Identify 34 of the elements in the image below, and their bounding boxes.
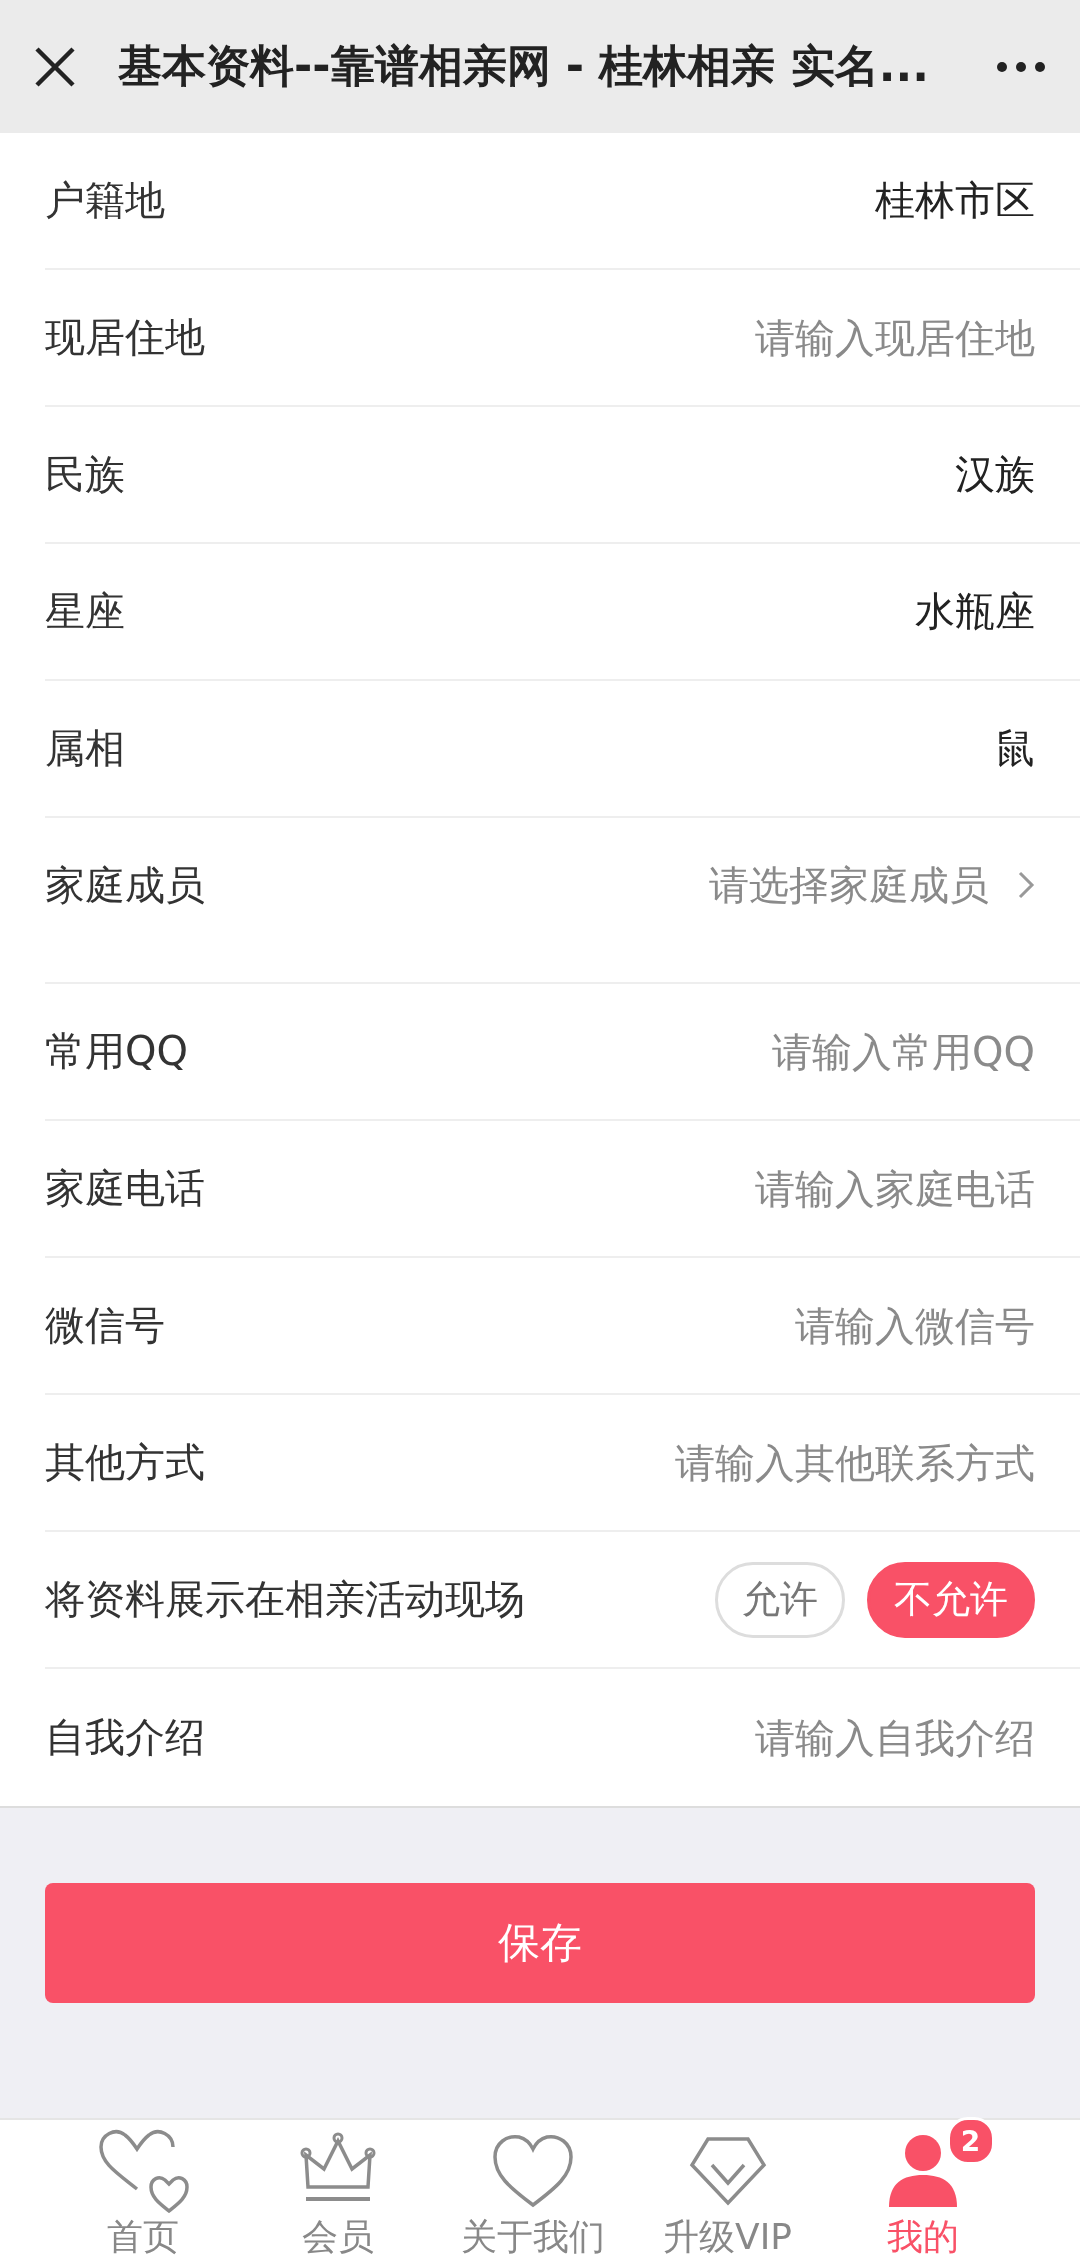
input-field[interactable]: 请输入常用QQ	[475, 1028, 1035, 1075]
input-field[interactable]: 请输入自我介绍	[475, 1714, 1035, 1761]
input-field[interactable]: 请输入微信号	[475, 1302, 1035, 1349]
field-label: 微信号	[45, 1301, 165, 1350]
field-label: 家庭成员	[45, 860, 205, 910]
tab[interactable]: 升级VIP	[630, 2120, 825, 2268]
field-label: 将资料展示在相亲活动现场	[45, 1575, 525, 1624]
field-value[interactable]: 汉族	[955, 447, 1035, 502]
field-label: 星座	[45, 587, 125, 636]
field-label: 常用QQ	[45, 1027, 188, 1076]
field-label: 家庭电话	[45, 1164, 205, 1213]
field-label: 属相	[45, 724, 125, 773]
field-label: 现居住地	[45, 313, 205, 362]
input-field[interactable]: 请输入现居住地	[475, 314, 1035, 361]
save-button[interactable]: 保存	[45, 1883, 1035, 2003]
tab[interactable]: 关于我们	[435, 2120, 630, 2268]
field-value[interactable]: 桂林市区	[875, 173, 1035, 228]
tab[interactable]: 2 我的	[825, 2120, 1020, 2268]
window-title: 基本资料--靠谱相亲网 - 桂林相亲 实名...	[118, 39, 930, 93]
tab[interactable]: 首页	[45, 2120, 240, 2268]
more-icon[interactable]	[996, 60, 1046, 73]
field-label: 民族	[45, 450, 125, 499]
field-label: 自我介绍	[45, 1713, 205, 1762]
select-field[interactable]: 请选择家庭成员	[709, 857, 989, 913]
input-field[interactable]: 请输入家庭电话	[475, 1165, 1035, 1212]
field-value[interactable]: 鼠	[995, 721, 1035, 776]
field-label: 其他方式	[45, 1438, 205, 1487]
field-value[interactable]: 水瓶座	[915, 584, 1035, 639]
chevron-right-icon	[1017, 870, 1035, 900]
input-field[interactable]: 请输入其他联系方式	[475, 1439, 1035, 1486]
option-button[interactable]: 不允许	[867, 1561, 1035, 1638]
option-button[interactable]: 允许	[715, 1561, 845, 1638]
field-label: 户籍地	[45, 176, 165, 225]
tab[interactable]: 会员	[240, 2120, 435, 2268]
